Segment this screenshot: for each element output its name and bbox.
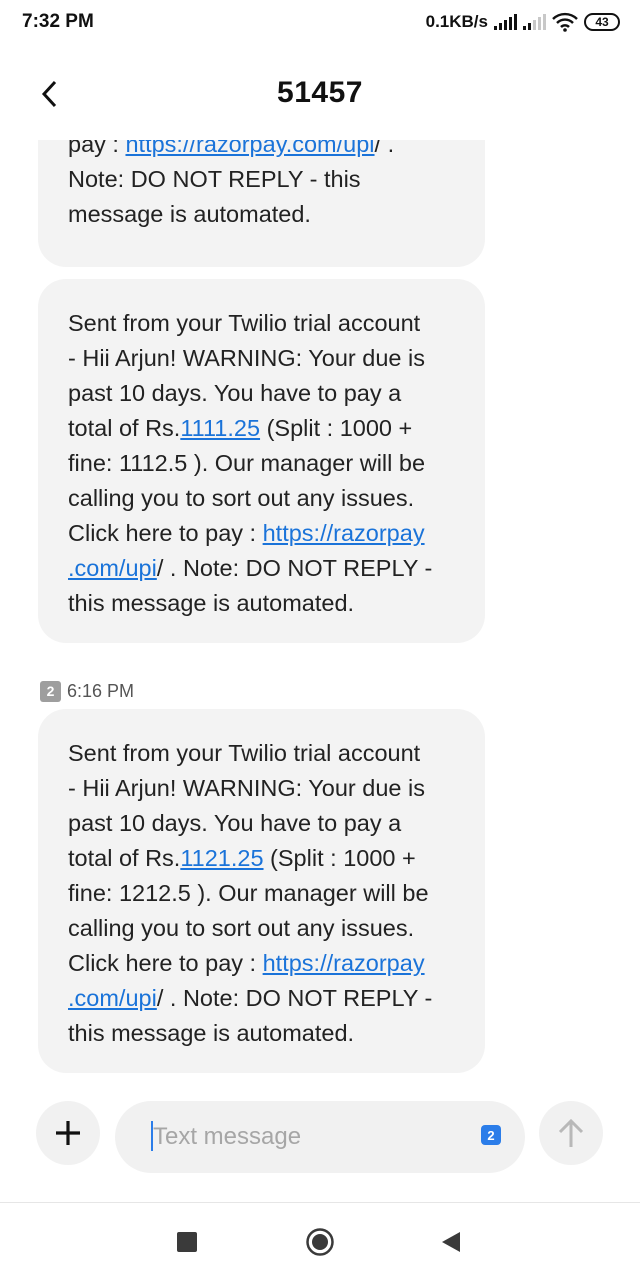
arrow-up-icon bbox=[558, 1118, 584, 1147]
add-attachment-button[interactable] bbox=[36, 1101, 100, 1165]
timestamp-text: 6:16 PM bbox=[67, 680, 135, 701]
message-line: calling you to sort out any issues. bbox=[68, 911, 432, 946]
message-line: past 10 days. You have to pay a bbox=[68, 376, 432, 411]
amount-link[interactable]: 1121.25 bbox=[180, 845, 263, 871]
line-text: / . bbox=[374, 140, 395, 157]
message-link[interactable]: https://razorpay bbox=[263, 520, 425, 546]
line-text: total of Rs. bbox=[68, 845, 181, 871]
line-text: fine: 1112.5 ). Our manager will be bbox=[68, 450, 426, 476]
line-text: message is automated. bbox=[68, 201, 311, 227]
contact-title: 51457 bbox=[277, 76, 363, 109]
status-bar: 7:32 PM 0.1KB/s 43 bbox=[0, 0, 640, 44]
message-line: this message is automated. bbox=[68, 1016, 432, 1051]
message-line: total of Rs.1111.25 (Split : 1000 + bbox=[68, 411, 432, 446]
line-text: this message is automated. bbox=[68, 1020, 355, 1046]
line-text: (Split : 1000 + bbox=[260, 415, 413, 441]
line-text: calling you to sort out any issues. bbox=[68, 915, 415, 941]
message-line: pay : https://razorpay.com/upi/ . bbox=[68, 140, 394, 162]
message-link[interactable]: .com/upi bbox=[68, 985, 157, 1011]
line-text: past 10 days. You have to pay a bbox=[68, 810, 402, 836]
status-time: 7:32 PM bbox=[22, 11, 94, 32]
conversation-header: 51457 bbox=[0, 44, 640, 140]
message-line: message is automated. bbox=[68, 197, 394, 232]
message-line: fine: 1112.5 ). Our manager will be bbox=[68, 446, 432, 481]
sim-select-button[interactable]: 2 bbox=[481, 1125, 501, 1145]
message-line: this message is automated. bbox=[68, 586, 432, 621]
message-line: calling you to sort out any issues. bbox=[68, 481, 432, 516]
message-line: Click here to pay : https://razorpay bbox=[68, 516, 432, 551]
signal-2-icon bbox=[523, 14, 546, 30]
send-button[interactable] bbox=[539, 1101, 603, 1165]
line-text: / . Note: DO NOT REPLY - bbox=[156, 985, 433, 1011]
line-text: Click here to pay : bbox=[68, 520, 263, 546]
line-text: - Hii Arjun! WARNING: Your due is bbox=[68, 345, 425, 371]
message-line: Click here to pay : https://razorpay bbox=[68, 946, 432, 981]
message-line: Sent from your Twilio trial account bbox=[68, 306, 432, 341]
message-link[interactable]: https://razorpay bbox=[263, 950, 425, 976]
message-link[interactable]: https://razorpay.com/upi bbox=[125, 140, 374, 157]
home-button[interactable] bbox=[305, 1227, 335, 1257]
message-line: fine: 1212.5 ). Our manager will be bbox=[68, 876, 432, 911]
line-text: / . Note: DO NOT REPLY - bbox=[156, 555, 433, 581]
message-link[interactable]: .com/upi bbox=[68, 555, 157, 581]
line-text: total of Rs. bbox=[68, 415, 181, 441]
message-bubble[interactable]: pay : https://razorpay.com/upi/ . Note: … bbox=[38, 140, 485, 267]
message-text: Sent from your Twilio trial account - Hi… bbox=[68, 306, 432, 621]
message-line: total of Rs.1121.25 (Split : 1000 + bbox=[68, 841, 432, 876]
network-speed: 0.1KB/s bbox=[425, 12, 488, 31]
system-nav-bar bbox=[0, 1202, 640, 1280]
wifi-icon bbox=[552, 12, 578, 32]
message-text: pay : https://razorpay.com/upi/ . Note: … bbox=[68, 140, 394, 232]
message-timestamp: 2 6:16 PM bbox=[40, 679, 134, 703]
status-icons: 0.1KB/s 43 bbox=[426, 10, 620, 34]
line-text: calling you to sort out any issues. bbox=[68, 485, 415, 511]
message-text: Sent from your Twilio trial account - Hi… bbox=[68, 736, 432, 1051]
line-text: pay : bbox=[68, 140, 126, 157]
compose-bar: Text message 2 bbox=[0, 1090, 640, 1202]
message-line: - Hii Arjun! WARNING: Your due is bbox=[68, 341, 432, 376]
plus-icon bbox=[56, 1121, 80, 1145]
line-text: Sent from your Twilio trial account bbox=[68, 740, 421, 766]
line-text: Click here to pay : bbox=[68, 950, 263, 976]
sim-2-icon: 2 bbox=[40, 680, 61, 702]
line-text: past 10 days. You have to pay a bbox=[68, 380, 402, 406]
amount-link[interactable]: 1111.25 bbox=[180, 415, 260, 441]
message-input[interactable]: Text message 2 bbox=[115, 1101, 525, 1173]
battery-icon: 43 bbox=[584, 13, 620, 31]
signal-icon bbox=[494, 14, 517, 30]
message-line: - Hii Arjun! WARNING: Your due is bbox=[68, 771, 432, 806]
message-line: Note: DO NOT REPLY - this bbox=[68, 162, 394, 197]
recents-button[interactable] bbox=[177, 1232, 197, 1252]
line-text: (Split : 1000 + bbox=[263, 845, 416, 871]
nav-back-button[interactable] bbox=[440, 1230, 462, 1254]
line-text: Note: DO NOT REPLY - this bbox=[68, 166, 361, 192]
line-text: this message is automated. bbox=[68, 590, 355, 616]
message-bubble[interactable]: Sent from your Twilio trial account - Hi… bbox=[38, 709, 485, 1073]
message-line: Sent from your Twilio trial account bbox=[68, 736, 432, 771]
line-text: fine: 1212.5 ). Our manager will be bbox=[68, 880, 429, 906]
message-bubble[interactable]: Sent from your Twilio trial account - Hi… bbox=[38, 279, 485, 643]
message-line: past 10 days. You have to pay a bbox=[68, 806, 432, 841]
message-line: .com/upi/ . Note: DO NOT REPLY - bbox=[68, 981, 432, 1016]
message-input-placeholder: Text message bbox=[153, 1123, 302, 1150]
message-list[interactable]: pay : https://razorpay.com/upi/ . Note: … bbox=[0, 140, 640, 1090]
line-text: Sent from your Twilio trial account bbox=[68, 310, 421, 336]
line-text: - Hii Arjun! WARNING: Your due is bbox=[68, 775, 425, 801]
message-line: .com/upi/ . Note: DO NOT REPLY - bbox=[68, 551, 432, 586]
